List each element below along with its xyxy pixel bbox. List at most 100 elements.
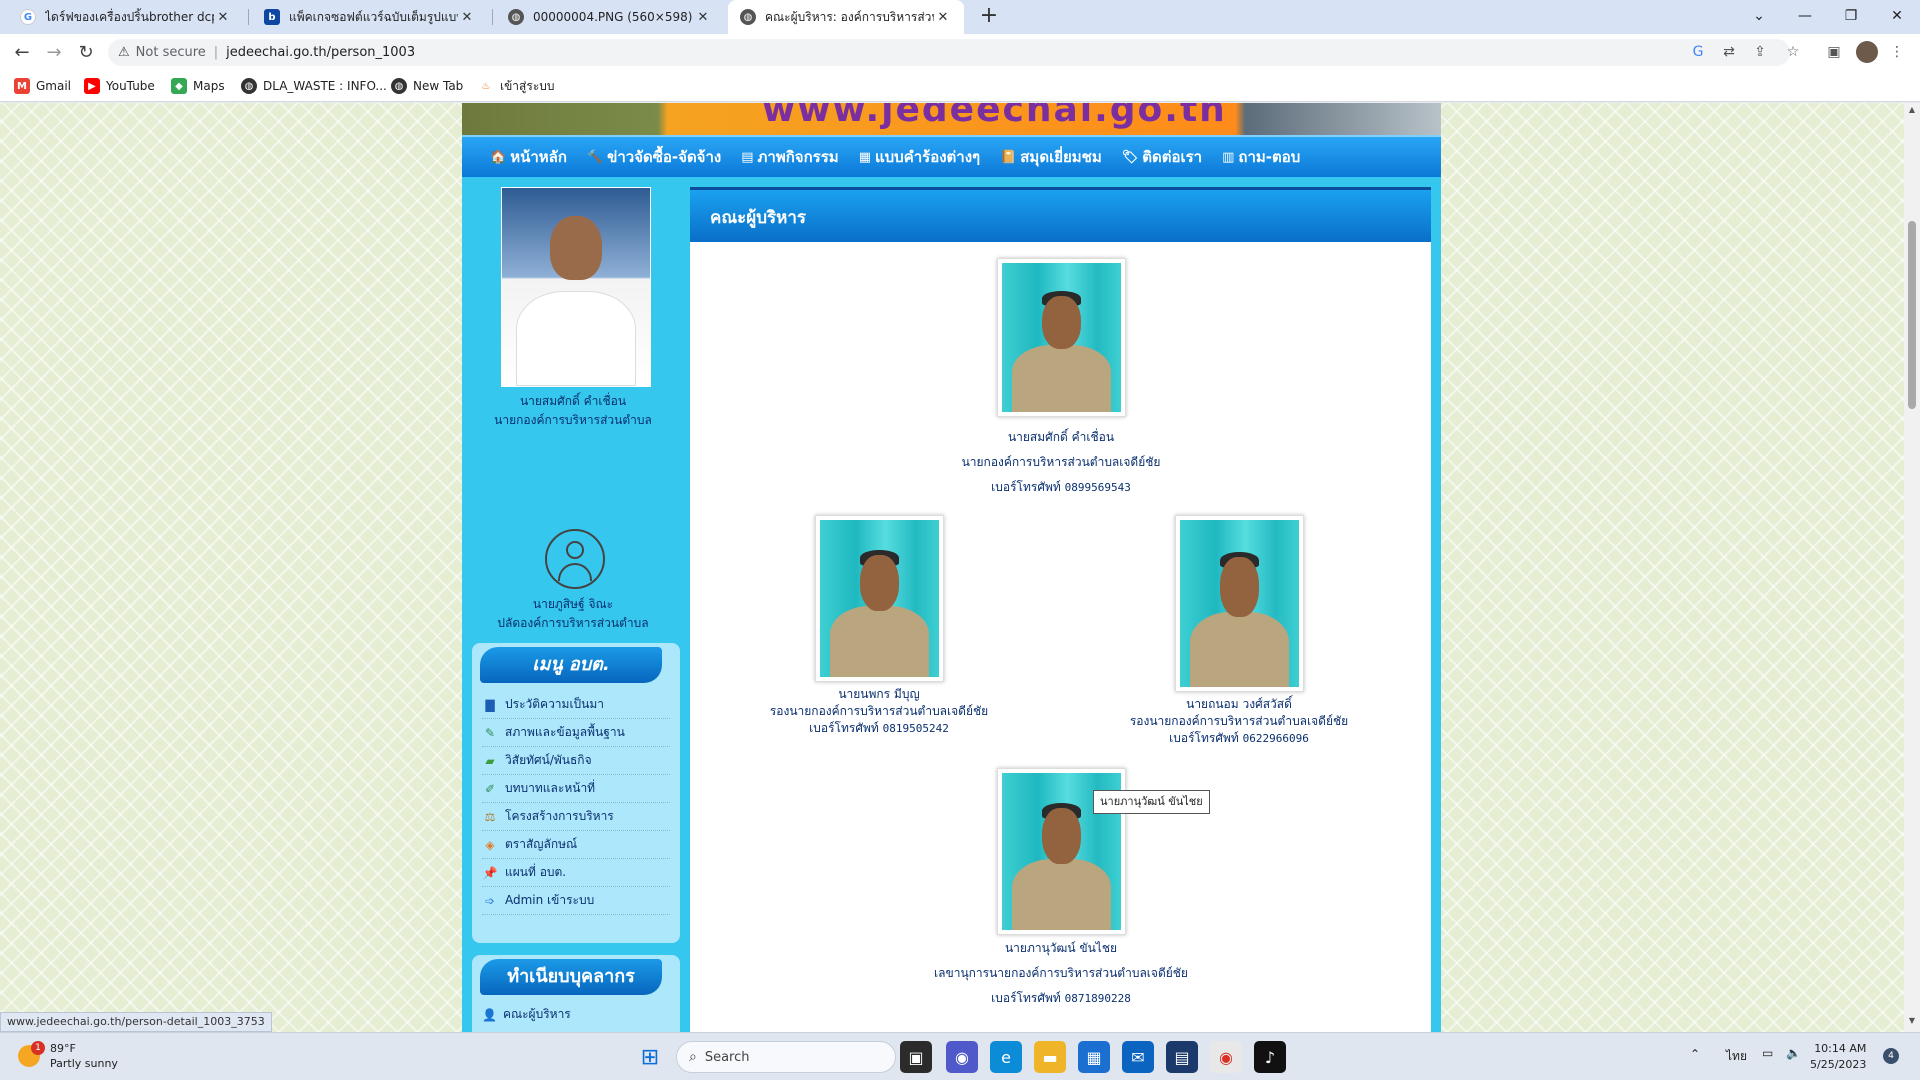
browser-tab-1[interactable]: G ไดร์ฟของเครื่องปริ้นbrother dcp-t82 ✕ (8, 0, 244, 34)
bookmark-login[interactable]: ♨ เข้าสู่ระบบ (478, 76, 555, 96)
new-tab-button[interactable]: + (975, 3, 1003, 31)
photo-tooltip: นายภานุวัฒน์ ขันไชย (1093, 790, 1210, 814)
security-label: Not secure (135, 45, 206, 60)
history-icon: ▇ (485, 697, 495, 712)
browser-tab-3[interactable]: ◍ 00000004.PNG (560×598) ✕ (496, 0, 724, 34)
person-photo-1[interactable] (997, 258, 1126, 417)
teams-icon[interactable]: ◉ (946, 1041, 978, 1073)
scrollbar-thumb[interactable] (1908, 221, 1916, 409)
nav-label: ติดต่อเรา (1142, 148, 1203, 166)
task-view-icon[interactable]: ▣ (900, 1041, 932, 1073)
gmail-icon: M (14, 78, 30, 94)
scroll-down-icon[interactable]: ▼ (1904, 1016, 1920, 1030)
app-icon[interactable]: ▤ (1166, 1041, 1198, 1073)
google-icon: G (20, 9, 36, 25)
person-position: นายกองค์การบริหารส่วนตำบลเจดีย์ชัย (961, 455, 1161, 469)
forward-icon[interactable]: → (40, 39, 68, 65)
nav-item-procurement[interactable]: 🔨 ข่าวจัดซื้อ-จัดจ้าง (587, 145, 721, 169)
staff-directory-title: ทำเนียบบุคลากร (480, 959, 662, 995)
close-window-icon[interactable]: ✕ (1874, 0, 1920, 32)
edge-icon[interactable]: e (990, 1041, 1022, 1073)
weather-widget[interactable]: 1 89°F Partly sunny (18, 1041, 118, 1071)
nav-item-gallery[interactable]: ▤ ภาพกิจกรรม (741, 145, 838, 169)
back-icon[interactable]: ← (8, 39, 36, 65)
file-explorer-icon[interactable]: ▬ (1034, 1041, 1066, 1073)
warning-icon[interactable]: ⚠ (118, 45, 130, 60)
search-icon: ⌕ (689, 1049, 697, 1065)
bookmark-dla-waste[interactable]: ◍ DLA_WASTE : INFO... (241, 76, 387, 96)
tag-icon: 🏷 (1121, 149, 1139, 165)
translate-icon[interactable]: ⇄ (1719, 42, 1739, 62)
sidebar-item-structure[interactable]: ⚖ โครงสร้างการบริหาร (482, 803, 670, 831)
person-photo-2[interactable] (815, 515, 944, 682)
nav-label: ข่าวจัดซื้อ-จัดจ้าง (607, 148, 722, 166)
sidebar-item-label: บทบาทและหน้าที่ (505, 781, 596, 795)
person-icon: 👤 (482, 1007, 497, 1022)
page-scrollbar[interactable]: ▲ ▼ (1904, 103, 1920, 1032)
close-tab-icon[interactable]: ✕ (694, 10, 712, 25)
restore-icon[interactable]: ❐ (1828, 0, 1874, 32)
sidebar-item-basic-info[interactable]: ✎ สภาพและข้อมูลพื้นฐาน (482, 719, 670, 747)
phone-number: 0819505242 (882, 722, 949, 735)
tray-chevron-icon[interactable]: ⌃ (1690, 1047, 1700, 1061)
side-panel-icon[interactable]: ▣ (1824, 42, 1844, 62)
close-tab-icon[interactable]: ✕ (214, 10, 232, 25)
taskbar-search[interactable]: ⌕ Search (676, 1041, 896, 1073)
close-tab-icon[interactable]: ✕ (458, 10, 476, 25)
menu-kebab-icon[interactable]: ⋮ (1887, 42, 1907, 62)
volume-icon[interactable]: 🔈 (1786, 1046, 1801, 1060)
profile-avatar[interactable] (1856, 41, 1878, 63)
youtube-icon: ▶ (84, 78, 100, 94)
sidebar-item-history[interactable]: ▇ ประวัติความเป็นมา (482, 691, 670, 719)
notification-badge[interactable]: 4 (1883, 1048, 1899, 1064)
bookmark-maps[interactable]: ◆ Maps (171, 76, 225, 96)
reload-icon[interactable]: ↻ (72, 39, 100, 65)
nav-item-guestbook[interactable]: 📔 สมุดเยี่ยมชม (1000, 145, 1102, 169)
chrome-icon[interactable]: ◉ (1210, 1041, 1242, 1073)
address-bar[interactable]: ⚠ Not secure | jedeechai.go.th/person_10… (108, 39, 1790, 66)
bookmark-gmail[interactable]: M Gmail (14, 76, 71, 96)
site-container: www.jedeechai.go.th 🏠 หน้าหลัก 🔨 ข่าวจัดซื… (462, 103, 1441, 1032)
windows-start-icon[interactable]: ⊞ (634, 1041, 666, 1073)
tab-search-icon[interactable]: ⌄ (1736, 0, 1782, 32)
vision-icon: ▰ (485, 753, 495, 768)
sidebar-item-vision[interactable]: ▰ วิสัยทัศน์/พันธกิจ (482, 747, 670, 775)
google-lens-icon[interactable]: G (1688, 42, 1708, 62)
phone-label: เบอร์โทรศัพท์ (991, 991, 1061, 1005)
phone-number: 0871890228 (1064, 992, 1131, 1005)
url-text[interactable]: jedeechai.go.th/person_1003 (226, 45, 415, 60)
browser-tab-2[interactable]: b แพ็คเกจซอฟต์แวร์ฉบับเต็มรูปแบบ|ดาวน์ ✕ (252, 0, 488, 34)
nav-item-home[interactable]: 🏠 หน้าหลัก (490, 145, 567, 169)
store-icon[interactable]: ▦ (1078, 1041, 1110, 1073)
nav-item-contact[interactable]: 🏷 ติดต่อเรา (1122, 145, 1202, 169)
network-icon[interactable]: ▭ (1762, 1046, 1773, 1060)
bookmark-star-icon[interactable]: ☆ (1783, 42, 1803, 62)
bookmark-youtube[interactable]: ▶ YouTube (84, 76, 155, 96)
close-tab-icon[interactable]: ✕ (934, 10, 952, 25)
page-title: คณะผู้บริหาร (710, 208, 807, 228)
person-photo-3[interactable] (1175, 515, 1304, 692)
sidebar-item-emblem[interactable]: ◈ ตราสัญลักษณ์ (482, 831, 670, 859)
mail-icon[interactable]: ✉ (1122, 1041, 1154, 1073)
scroll-up-icon[interactable]: ▲ (1904, 105, 1920, 119)
sidebar-item-roles[interactable]: ✐ บทบาทและหน้าที่ (482, 775, 670, 803)
nav-item-faq[interactable]: ▥ ถาม-ตอบ (1222, 145, 1300, 169)
nav-item-forms[interactable]: ▦ แบบคำร้องต่างๆ (859, 145, 980, 169)
bookmark-new-tab[interactable]: ◍ New Tab (391, 76, 463, 96)
left-sidebar: นายสมศักดิ์ คำเชื่อน นายกองค์การบริหารส่… (462, 177, 684, 1032)
system-clock[interactable]: 10:14 AM 5/25/2023 (1810, 1041, 1866, 1073)
phone-number: 0899569543 (1064, 481, 1131, 494)
browser-tab-active[interactable]: ◍ คณะผู้บริหาร: องค์การบริหารส่วนตำบล ✕ (728, 0, 964, 34)
browser-toolbar: ← → ↻ ⚠ Not secure | jedeechai.go.th/per… (0, 34, 1920, 70)
mayor-photo[interactable] (501, 187, 651, 387)
input-language[interactable]: ไทย (1726, 1047, 1747, 1066)
staff-item-executives[interactable]: 👤 คณะผู้บริหาร (482, 1005, 571, 1024)
tab-separator (492, 9, 493, 25)
sidebar-item-label: ตราสัญลักษณ์ (505, 837, 578, 851)
minimize-icon[interactable]: — (1782, 0, 1828, 32)
share-icon[interactable]: ⇪ (1750, 42, 1770, 62)
tiktok-icon[interactable]: ♪ (1254, 1041, 1286, 1073)
form-icon: ▦ (858, 149, 871, 165)
sidebar-item-admin[interactable]: ➩ Admin เข้าระบบ (482, 887, 670, 915)
sidebar-item-map[interactable]: 📌 แผนที่ อบต. (482, 859, 670, 887)
